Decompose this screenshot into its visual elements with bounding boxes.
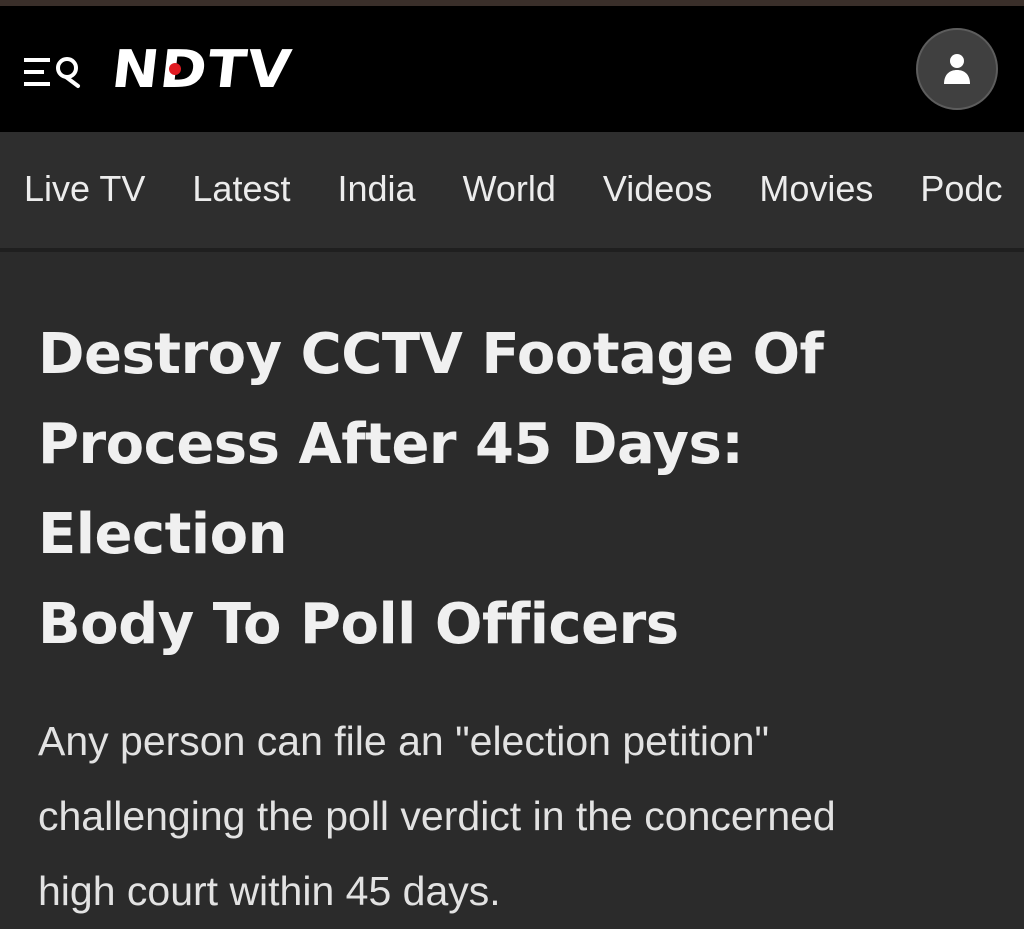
- section-nav: Live TV Latest India World Videos Movies…: [0, 132, 1024, 252]
- menu-search-button[interactable]: [22, 48, 84, 94]
- summary-line: high court within 45 days.: [38, 868, 501, 914]
- logo-red-dot: [169, 63, 181, 75]
- article-header: Destroy CCTV Footage Of Process After 45…: [38, 312, 998, 929]
- nav-item-live-tv[interactable]: Live TV: [24, 166, 145, 212]
- nav-item-podcasts[interactable]: Podc: [920, 166, 1002, 212]
- account-button[interactable]: [916, 28, 998, 110]
- site-header: NDTV: [0, 6, 1024, 132]
- nav-item-movies[interactable]: Movies: [759, 166, 873, 212]
- hamburger-search-icon: [24, 57, 80, 88]
- article-headline[interactable]: Destroy CCTV Footage Of Process After 45…: [38, 310, 998, 670]
- nav-item-world[interactable]: World: [463, 166, 556, 212]
- nav-list: Live TV Latest India World Videos Movies…: [24, 166, 1024, 212]
- headline-line: Body To Poll Officers: [38, 592, 679, 657]
- headline-line: Process After 45 Days: Election: [38, 412, 744, 567]
- nav-item-india[interactable]: India: [337, 166, 415, 212]
- headline-line: Destroy CCTV Footage Of: [38, 322, 824, 387]
- logo-text: NDTV: [108, 40, 296, 100]
- ndtv-logo[interactable]: NDTV: [109, 40, 296, 100]
- nav-item-latest[interactable]: Latest: [192, 166, 290, 212]
- summary-line: Any person can file an "election petitio…: [38, 718, 770, 764]
- article-summary: Any person can file an "election petitio…: [38, 704, 998, 929]
- summary-line: challenging the poll verdict in the conc…: [38, 793, 836, 839]
- nav-item-videos[interactable]: Videos: [603, 166, 712, 212]
- user-icon: [944, 54, 970, 84]
